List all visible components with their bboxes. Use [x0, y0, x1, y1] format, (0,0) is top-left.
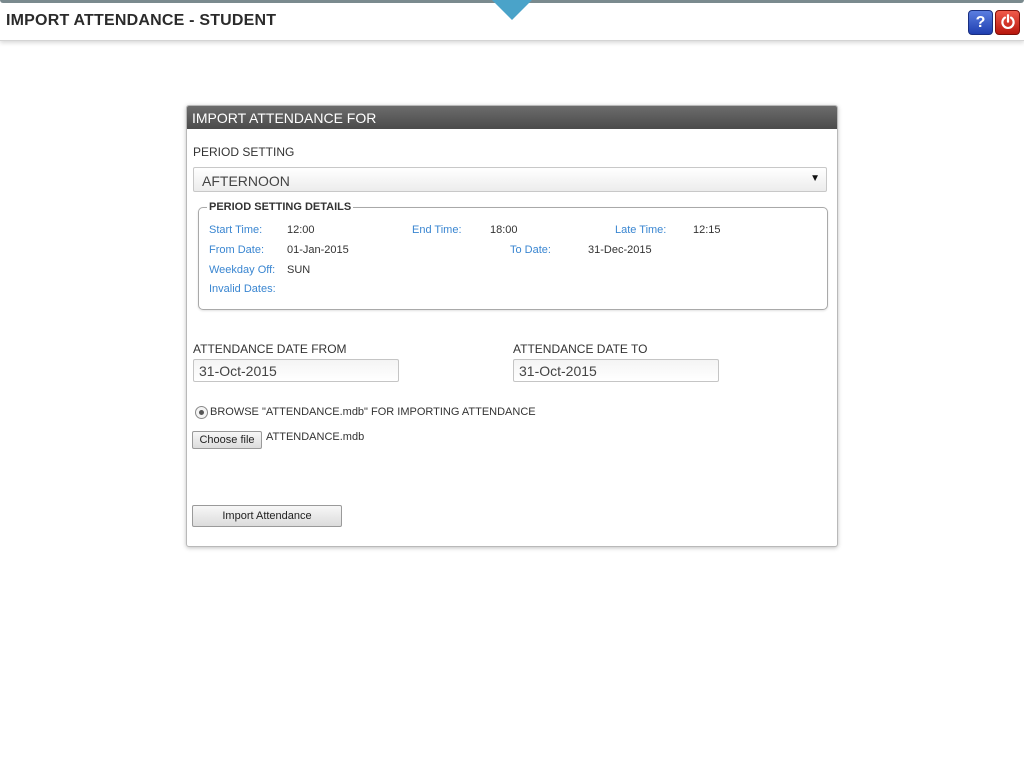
chosen-file-name: ATTENDANCE.mdb [266, 431, 365, 443]
panel-header: IMPORT ATTENDANCE FOR [187, 106, 837, 129]
caret-down-icon: ▼ [810, 173, 820, 184]
attendance-date-from-value: 31-Oct-2015 [199, 363, 277, 379]
period-setting-label: PERIOD SETTING [193, 145, 295, 159]
end-time-value: 18:00 [490, 224, 518, 236]
weekday-off-value: SUN [287, 264, 311, 276]
weekday-off-label: Weekday Off: [209, 264, 276, 276]
choose-file-button[interactable]: Choose file [192, 431, 262, 449]
end-time-label: End Time: [412, 224, 462, 236]
question-mark-icon: ? [975, 14, 986, 31]
attendance-date-to-label: ATTENDANCE DATE TO [513, 342, 648, 356]
power-icon [1000, 14, 1015, 29]
period-setting-details-legend: PERIOD SETTING DETAILS [207, 201, 354, 213]
attendance-date-from-label: ATTENDANCE DATE FROM [193, 342, 347, 356]
attendance-date-to-value: 31-Oct-2015 [519, 363, 597, 379]
period-setting-value: AFTERNOON [202, 173, 290, 189]
import-attendance-panel: IMPORT ATTENDANCE FOR PERIOD SETTING AFT… [186, 105, 838, 547]
panel-title: IMPORT ATTENDANCE FOR [192, 110, 377, 126]
attendance-date-from-input[interactable]: 31-Oct-2015 [193, 359, 399, 382]
from-date-label: From Date: [209, 244, 265, 256]
import-attendance-button[interactable]: Import Attendance [192, 505, 342, 527]
start-time-value: 12:00 [287, 224, 315, 236]
from-date-value: 01-Jan-2015 [287, 244, 349, 256]
period-setting-select[interactable]: AFTERNOON ▼ [193, 167, 827, 192]
late-time-label: Late Time: [615, 224, 667, 236]
logout-button[interactable] [995, 10, 1020, 35]
to-date-value: 31-Dec-2015 [588, 244, 652, 256]
period-setting-details: PERIOD SETTING DETAILS Start Time: 12:00… [198, 201, 828, 310]
page-title: IMPORT ATTENDANCE - STUDENT [6, 12, 277, 29]
help-button[interactable]: ? [968, 10, 993, 35]
browse-file-radio[interactable] [195, 406, 208, 419]
late-time-value: 12:15 [693, 224, 721, 236]
to-date-label: To Date: [510, 244, 551, 256]
browse-file-label: BROWSE "ATTENDANCE.mdb" FOR IMPORTING AT… [210, 406, 536, 418]
start-time-label: Start Time: [209, 224, 263, 236]
invalid-dates-label: Invalid Dates: [209, 283, 276, 295]
page-header: IMPORT ATTENDANCE - STUDENT ? [0, 0, 1024, 41]
header-notch-indicator[interactable] [492, 0, 532, 20]
attendance-date-to-input[interactable]: 31-Oct-2015 [513, 359, 719, 382]
